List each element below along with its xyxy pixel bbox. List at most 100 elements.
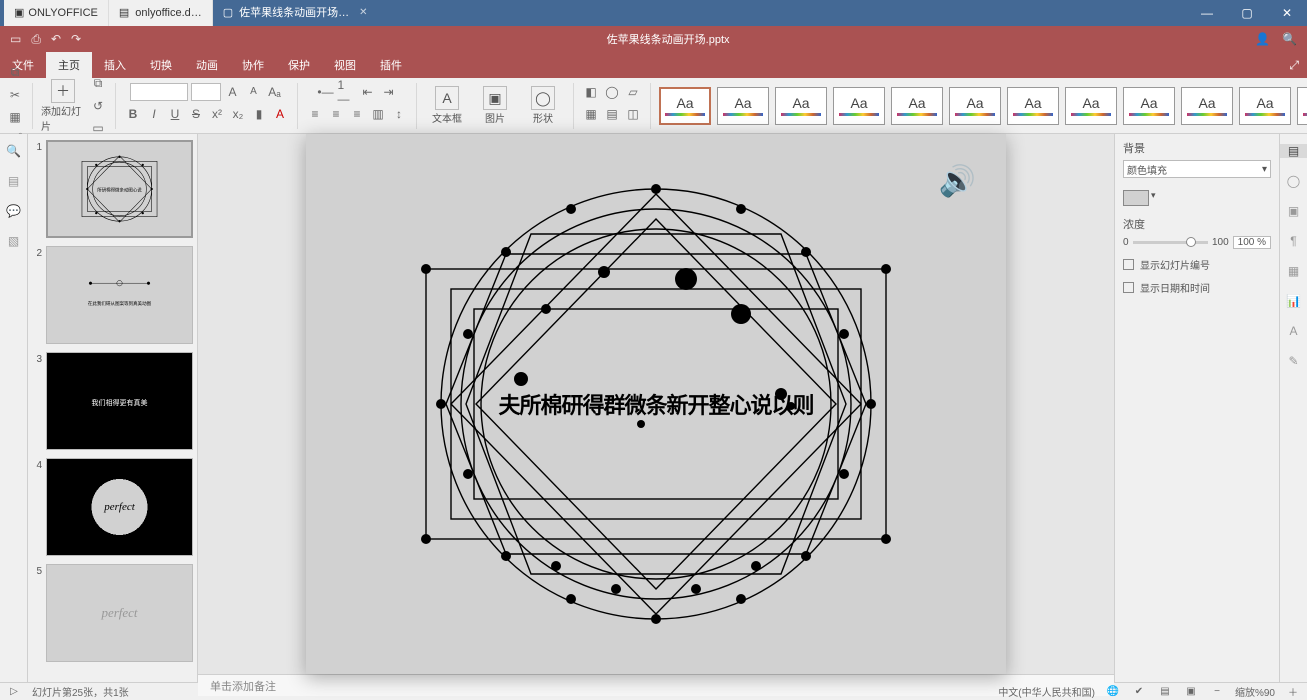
align-objects-button[interactable]: ▤ — [603, 105, 621, 123]
theme-item-11[interactable]: Aa — [1297, 87, 1307, 125]
left-search-icon[interactable]: 🔍 — [6, 144, 21, 158]
left-chat-icon[interactable]: 💬 — [6, 204, 21, 218]
text-direction-button[interactable]: ↕ — [390, 105, 408, 123]
normal-view-icon[interactable]: ▤ — [1157, 686, 1173, 697]
thumb-3[interactable]: 我们相得更有真美 — [46, 352, 193, 450]
line-spacing-button[interactable]: ≡ — [348, 105, 366, 123]
tab-close-icon[interactable]: ✕ — [359, 0, 367, 26]
fontsize-dec-button[interactable]: A — [245, 83, 263, 101]
fontsize-inc-button[interactable]: A — [224, 83, 242, 101]
rp-tab-chart-icon[interactable]: 📊 — [1286, 294, 1301, 308]
shape-button[interactable]: ◯形状 — [521, 86, 565, 125]
left-feedback-icon[interactable]: ▧ — [8, 234, 19, 248]
thumb-4[interactable]: perfect — [46, 458, 193, 556]
reset-button[interactable]: ↺ — [89, 97, 107, 115]
qat-print-icon[interactable]: ⎙ — [31, 32, 41, 47]
align-center-button[interactable]: ≡ — [327, 105, 345, 123]
indent-inc-button[interactable]: ⇥ — [380, 83, 398, 101]
ribbon-tab-home[interactable]: 主页 — [46, 52, 92, 78]
zoom-label[interactable]: 缩放%90 — [1235, 684, 1275, 699]
slide-canvas[interactable]: 🔊 — [306, 134, 1006, 674]
ribbon-tab-plugins[interactable]: 插件 — [368, 52, 414, 78]
thumbnail-panel[interactable]: 1 所研棉得微条动图心说 2 在此我们研从图案等到真美动图 3 我们相得更有真美 — [28, 134, 198, 682]
thumb-5[interactable]: perfect — [46, 564, 193, 662]
paste-button[interactable]: ▦ — [6, 108, 24, 126]
ribbon-tab-trans[interactable]: 切换 — [138, 52, 184, 78]
opacity-slider[interactable] — [1133, 241, 1208, 244]
rp-tab-textart-icon[interactable]: A — [1289, 324, 1297, 338]
arrange-button[interactable]: ▦ — [582, 105, 600, 123]
bold-button[interactable]: B — [124, 105, 142, 123]
font-name-combo[interactable] — [130, 83, 188, 101]
theme-item-10[interactable]: Aa — [1239, 87, 1291, 125]
theme-item-1[interactable]: Aa — [717, 87, 769, 125]
theme-item-8[interactable]: Aa — [1123, 87, 1175, 125]
bullets-button[interactable]: •— — [317, 83, 335, 101]
win-close-button[interactable]: ✕ — [1267, 6, 1307, 20]
indent-dec-button[interactable]: ⇤ — [359, 83, 377, 101]
win-min-button[interactable]: — — [1187, 6, 1227, 20]
rp-tab-image-icon[interactable]: ▣ — [1288, 204, 1299, 218]
fill-type-combo[interactable]: 颜色填充▾ — [1123, 160, 1271, 178]
theme-item-7[interactable]: Aa — [1065, 87, 1117, 125]
sub-button[interactable]: x₂ — [229, 105, 247, 123]
group-button[interactable]: ◫ — [624, 105, 642, 123]
doc-tab-0[interactable]: ▤ onlyoffice.d… — [108, 0, 212, 26]
theme-item-3[interactable]: Aa — [833, 87, 885, 125]
add-slide-button[interactable]: ＋ 添加幻灯片 — [41, 79, 85, 133]
change-case-button[interactable]: Aₐ — [266, 83, 284, 101]
fill-color-swatch[interactable] — [1123, 190, 1149, 206]
theme-item-9[interactable]: Aa — [1181, 87, 1233, 125]
highlight-button[interactable]: ▮ — [250, 105, 268, 123]
align-left-button[interactable]: ≡ — [306, 105, 324, 123]
theme-gallery[interactable]: Aa Aa Aa Aa Aa Aa Aa Aa Aa Aa Aa Aa ▴ ▾ — [659, 87, 1307, 125]
rp-tab-sign-icon[interactable]: ✎ — [1288, 354, 1298, 368]
strike-button[interactable]: S — [187, 105, 205, 123]
ribbon-collapse-icon[interactable]: ⤢ — [1281, 53, 1307, 78]
show-datetime-checkbox[interactable]: 显示日期和时间 — [1123, 280, 1271, 295]
super-button[interactable]: x² — [208, 105, 226, 123]
notes-field[interactable]: 单击添加备注 — [198, 674, 1114, 696]
rp-tab-table-icon[interactable]: ▦ — [1288, 264, 1299, 278]
theme-item-6[interactable]: Aa — [1007, 87, 1059, 125]
font-size-combo[interactable] — [191, 83, 221, 101]
theme-item-5[interactable]: Aa — [949, 87, 1001, 125]
user-icon[interactable]: 👤 — [1255, 32, 1270, 46]
theme-item-4[interactable]: Aa — [891, 87, 943, 125]
doc-tab-1[interactable]: ▢ 佐苹果线条动画开场… ✕ — [212, 0, 378, 26]
qat-redo-icon[interactable]: ↷ — [71, 32, 81, 46]
rp-tab-shape-icon[interactable]: ◯ — [1287, 174, 1300, 188]
ribbon-tab-anim[interactable]: 动画 — [184, 52, 230, 78]
fit-view-icon[interactable]: ▣ — [1183, 686, 1199, 697]
qat-undo-icon[interactable]: ↶ — [51, 32, 61, 46]
win-max-button[interactable]: ▢ — [1227, 6, 1267, 20]
chevron-down-icon[interactable]: ▾ — [1151, 190, 1156, 201]
shape-fill-button[interactable]: ◧ — [582, 83, 600, 101]
ribbon-tab-protect[interactable]: 保护 — [276, 52, 322, 78]
zoom-out-button[interactable]: − — [1209, 686, 1225, 697]
slide-title-text[interactable]: 夫所棉研得群微条新开整心说以则 — [498, 388, 813, 420]
rp-tab-paragraph-icon[interactable]: ¶ — [1290, 234, 1296, 248]
globe-icon[interactable]: 🌐 — [1105, 686, 1121, 697]
image-button[interactable]: ▣图片 — [473, 86, 517, 125]
lang-indicator[interactable]: 中文(中华人民共和国) — [998, 684, 1095, 699]
numbering-button[interactable]: 1— — [338, 83, 356, 101]
opacity-value-input[interactable]: 100 % — [1233, 236, 1271, 249]
ribbon-tab-view[interactable]: 视图 — [322, 52, 368, 78]
ribbon-tab-collab[interactable]: 协作 — [230, 52, 276, 78]
thumb-1[interactable]: 所研棉得微条动图心说 — [46, 140, 193, 238]
status-play-icon[interactable]: ▷ — [6, 686, 22, 697]
eraser-button[interactable]: ▱ — [624, 83, 642, 101]
italic-button[interactable]: I — [145, 105, 163, 123]
layout-button[interactable]: ⧉ — [89, 75, 107, 93]
theme-item-2[interactable]: Aa — [775, 87, 827, 125]
qat-save-icon[interactable]: ▭ — [10, 32, 21, 46]
theme-item-0[interactable]: Aa — [659, 87, 711, 125]
cut-button[interactable]: ✂ — [6, 86, 24, 104]
search-icon[interactable]: 🔍 — [1282, 32, 1297, 46]
zoom-in-button[interactable]: ＋ — [1285, 684, 1301, 699]
copy-button[interactable]: ⧉ — [6, 64, 24, 82]
shape-outline-button[interactable]: ◯ — [603, 83, 621, 101]
underline-button[interactable]: U — [166, 105, 184, 123]
columns-button[interactable]: ▥ — [369, 105, 387, 123]
